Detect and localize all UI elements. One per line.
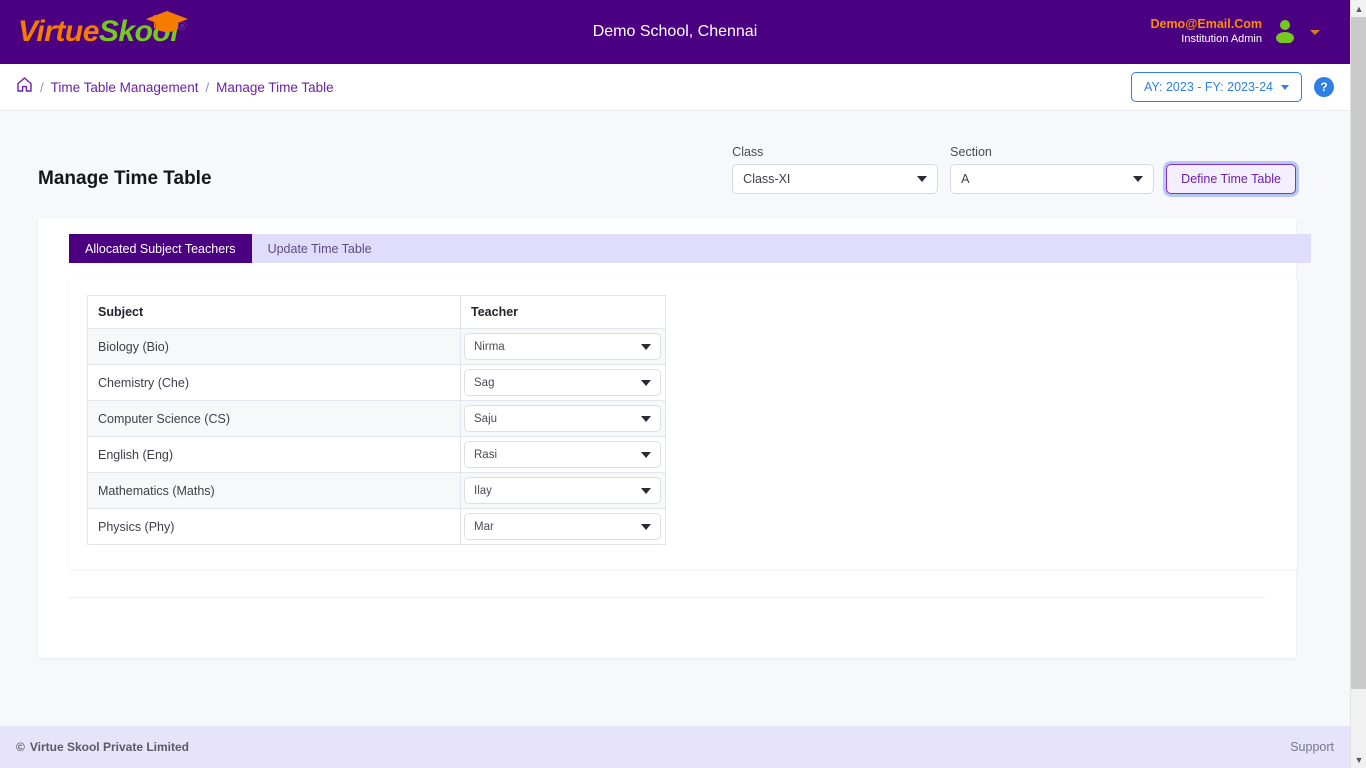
teacher-select-value: Sag [474,376,495,389]
class-select[interactable]: Class-XI [732,164,939,194]
allocated-teachers-table: Subject Teacher Biology (Bio) Nirma Chem… [87,295,666,545]
teacher-select[interactable]: Nirma [464,333,661,360]
teacher-select-value: Ilay [474,484,492,497]
breadcrumb-separator-2: / [205,79,210,95]
graduation-cap-icon [144,9,190,40]
table-header: Subject Teacher [87,295,666,329]
tab-update-time-table[interactable]: Update Time Table [252,234,388,263]
chevron-down-icon [917,176,928,182]
teacher-select-value: Mar [474,520,494,533]
teacher-select-value: Rasi [474,448,498,461]
tab-allocated-subject-teachers[interactable]: Allocated Subject Teachers [69,234,252,263]
help-icon[interactable]: ? [1314,77,1334,97]
breadcrumb-bar: / Time Table Management / Manage Time Ta… [0,64,1350,111]
class-field: Class Class-XI [732,145,939,194]
subject-cell: Physics (Phy) [87,508,461,545]
chevron-down-icon [641,343,651,350]
teacher-select-value: Saju [474,412,498,425]
subject-cell: Chemistry (Che) [87,364,461,401]
teacher-cell: Ilay [460,472,666,509]
table-row: Chemistry (Che) Sag [87,364,666,401]
teacher-select[interactable]: Mar [464,513,661,540]
brand-logo[interactable]: VirtueSkool® [18,11,188,48]
subject-cell: Computer Science (CS) [87,400,461,437]
breadcrumb-current-page: Manage Time Table [216,79,334,95]
scroll-up-arrow-icon[interactable]: ▲ [1351,0,1366,17]
user-email: Demo@Email.Com [1150,17,1262,32]
table-header-row: Subject Teacher [87,295,666,329]
teacher-select-value: Nirma [474,340,505,353]
chevron-down-icon [641,451,651,458]
avatar-icon[interactable] [1272,17,1298,48]
chevron-down-icon [1281,84,1289,90]
vertical-scrollbar[interactable]: ▲ ▼ [1350,0,1366,768]
breadcrumb-link-time-table-management[interactable]: Time Table Management [51,80,199,95]
home-icon[interactable] [16,76,33,98]
subject-cell: English (Eng) [87,436,461,473]
breadcrumb-actions: AY: 2023 - FY: 2023-24 ? [1130,72,1334,102]
scrollbar-thumb[interactable] [1351,17,1366,689]
teacher-select[interactable]: Ilay [464,477,661,504]
user-role: Institution Admin [1181,32,1262,45]
column-header-subject: Subject [87,295,461,329]
app-header: VirtueSkool® Demo School, Chennai Demo@E… [0,0,1350,64]
section-select-value: A [961,172,970,186]
teacher-select[interactable]: Rasi [464,441,661,468]
chevron-down-icon [1133,176,1144,182]
section-field: Section A [950,145,1155,194]
teacher-cell: Sag [460,364,666,401]
table-row: Biology (Bio) Nirma [87,328,666,365]
copyright-text: Virtue Skool Private Limited [29,740,190,754]
allocated-subject-teachers-panel: Subject Teacher Biology (Bio) Nirma Chem… [69,279,1297,569]
teacher-select[interactable]: Sag [464,369,661,396]
teacher-select[interactable]: Saju [464,405,661,432]
app-footer: © Virtue Skool Private Limited Support [0,726,1350,768]
breadcrumb: / Time Table Management / Manage Time Ta… [16,76,334,98]
table-body: Biology (Bio) Nirma Chemistry (Che) Sag … [87,328,666,545]
define-time-table-button[interactable]: Define Time Table [1166,164,1296,194]
teacher-cell: Nirma [460,328,666,365]
academic-year-value: AY: 2023 - FY: 2023-24 [1143,80,1273,94]
filter-controls: Class Class-XI Section A Define Time Tab… [732,145,1296,194]
table-row: Physics (Phy) Mar [87,508,666,545]
time-table-card: Allocated Subject Teachers Update Time T… [38,218,1311,658]
table-row: English (Eng) Rasi [87,436,666,473]
subject-cell: Mathematics (Maths) [87,472,461,509]
main-content: Manage Time Table Class Class-XI Section… [0,111,1350,726]
academic-year-select[interactable]: AY: 2023 - FY: 2023-24 [1130,72,1302,102]
user-menu[interactable]: Demo@Email.Com Institution Admin [1150,17,1320,48]
scroll-down-arrow-icon[interactable]: ▼ [1351,751,1366,768]
column-header-teacher: Teacher [460,295,666,329]
chevron-down-icon [641,487,651,494]
teacher-cell: Rasi [460,436,666,473]
breadcrumb-separator-1: / [40,79,44,95]
user-info: Demo@Email.Com Institution Admin [1150,17,1262,46]
page-header-row: Manage Time Table Class Class-XI Section… [0,111,1350,194]
copyright-icon: © [16,740,25,754]
section-select[interactable]: A [950,164,1155,194]
card-divider [69,597,1265,598]
school-name: Demo School, Chennai [592,23,758,40]
section-label: Section [950,145,992,159]
subject-cell: Biology (Bio) [87,328,461,365]
support-link[interactable]: Support [1290,740,1334,754]
teacher-cell: Saju [460,400,666,437]
copyright-notice: © Virtue Skool Private Limited [16,740,189,754]
tab-bar: Allocated Subject Teachers Update Time T… [69,234,1311,263]
page-title: Manage Time Table [38,168,212,189]
table-row: Mathematics (Maths) Ilay [87,472,666,509]
table-row: Computer Science (CS) Saju [87,400,666,437]
chevron-down-icon [641,523,651,530]
teacher-cell: Mar [460,508,666,545]
chevron-down-icon[interactable] [1310,29,1320,35]
page-scroll-area: VirtueSkool® Demo School, Chennai Demo@E… [0,0,1350,768]
app-root: VirtueSkool® Demo School, Chennai Demo@E… [0,0,1366,768]
class-select-value: Class-XI [743,172,791,186]
logo-text-virtue: Virtue [18,15,99,48]
class-label: Class [732,145,764,159]
chevron-down-icon [641,415,651,422]
chevron-down-icon [641,379,651,386]
